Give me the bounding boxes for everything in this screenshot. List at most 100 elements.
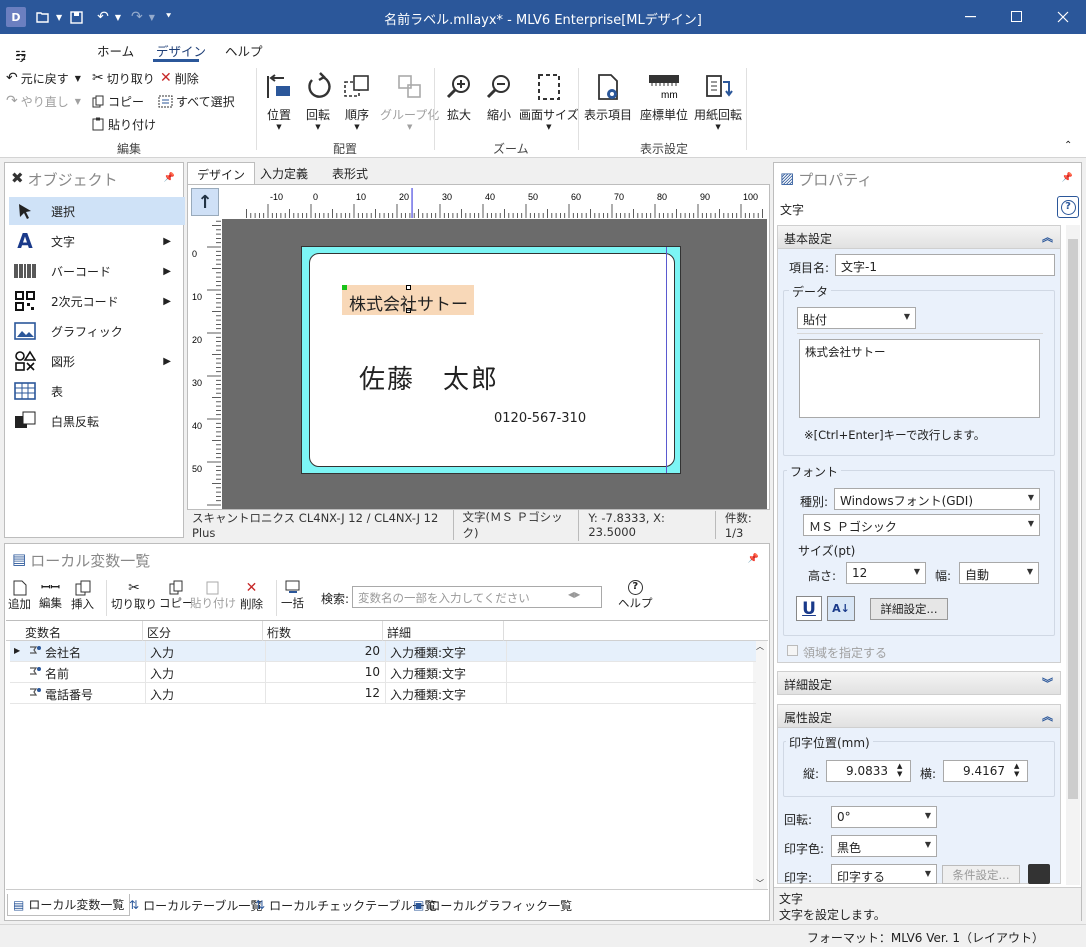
object-tool-item[interactable]: バーコード ▶ [9, 257, 185, 285]
collapse-ribbon-icon[interactable]: ⌃ [1064, 140, 1072, 151]
rotation-label: 回転: [784, 813, 813, 827]
table-row[interactable]: 電話番号 入力 12 入力種類:文字 [10, 683, 756, 704]
object-tool-item[interactable]: 2次元コード ▶ [9, 287, 185, 315]
bottom-tab-label: ローカルグラフィック一覧 [428, 898, 573, 913]
menu-home[interactable]: ホーム [97, 41, 134, 60]
condition-settings-button[interactable]: 条件設定... [942, 865, 1020, 884]
object-tool-item[interactable]: 白黒反転 [9, 407, 185, 435]
properties-help-button[interactable]: ? [1057, 196, 1079, 218]
ribbon-separator [434, 68, 435, 150]
table-row[interactable]: 名前 入力 10 入力種類:文字 [10, 662, 756, 683]
minimize-button[interactable] [948, 0, 994, 34]
spinner-icon[interactable]: ▲ ▼ [1014, 762, 1019, 778]
column-header[interactable]: 桁数 [267, 624, 291, 641]
detail-settings-header[interactable]: 詳細設定 ︾ [777, 671, 1061, 695]
copy-variable-button[interactable]: コピー [159, 580, 194, 611]
rotation-select[interactable]: 0° [831, 806, 937, 828]
cut-button[interactable]: ✂ 切り取り [92, 68, 155, 88]
paste-variable-button[interactable]: 貼り付け [190, 580, 236, 611]
bottom-tab[interactable]: ▤ ローカル変数一覧 [7, 894, 131, 916]
delete-variable-button[interactable]: ✕ 削除 [240, 580, 263, 612]
grouping-button[interactable]: グループ化 ▼ [380, 70, 439, 131]
redo-button[interactable]: ↷ やり直し ▼ [6, 91, 81, 111]
spinner-icon[interactable]: ▲ ▼ [897, 762, 902, 778]
paste-button[interactable]: 貼り付け [92, 114, 156, 134]
design-tab[interactable]: 表形式 [323, 162, 377, 184]
area-checkbox[interactable] [787, 645, 798, 656]
object-tool-label: 図形 [51, 354, 76, 369]
label-name-text[interactable]: 佐藤 太郎 [359, 359, 499, 396]
add-variable-button[interactable]: 追加 [8, 580, 31, 612]
design-tab[interactable]: デザイン [187, 162, 256, 185]
font-name-select[interactable]: ＭＳ Ｐゴシック [803, 514, 1040, 536]
properties-scrollbar[interactable] [1066, 225, 1080, 885]
variable-icon [28, 644, 42, 656]
condition-monitor-icon[interactable] [1028, 864, 1050, 884]
print-select[interactable]: 印字する [831, 864, 937, 884]
batch-button[interactable]: 一括 [281, 580, 304, 611]
column-header[interactable]: 区分 [147, 624, 171, 641]
table-row[interactable]: ▶ 会社名 入力 20 入力種類:文字 [10, 641, 756, 662]
basic-settings-header[interactable]: 基本設定 ︽ [777, 225, 1061, 249]
width-select[interactable]: 自動 [959, 562, 1039, 584]
height-label: 高さ: [808, 569, 837, 583]
cut-variable-button[interactable]: ✂ 切り取り [111, 580, 157, 612]
object-tool-item[interactable]: 選択 [9, 197, 185, 225]
bottom-tab[interactable]: ▣ ローカルグラフィック一覧 [408, 894, 577, 916]
search-input[interactable]: 変数名の一部を入力してください [352, 586, 602, 608]
position-button[interactable]: 位置 ▼ [262, 70, 296, 131]
print-position-label: 印字位置(mm) [786, 734, 873, 751]
insert-variable-button[interactable]: 挿入 [71, 580, 94, 612]
data-mode-select[interactable]: 貼付 [797, 307, 916, 329]
vertical-text-icon[interactable]: A↓ [827, 596, 855, 621]
object-tool-item[interactable]: 表 [9, 377, 185, 405]
rotate-button[interactable]: 回転 ▼ [301, 70, 335, 131]
design-tab[interactable]: 入力定義 [251, 162, 317, 184]
object-tool-item[interactable]: グラフィック [9, 317, 185, 345]
scroll-top-arrow-icon[interactable]: ↑ [191, 188, 219, 216]
clipboard-icon [92, 117, 105, 131]
group-label-display: 表示設定 [640, 142, 689, 156]
status-count: 件数: 1/3 [724, 511, 752, 540]
pin-icon[interactable]: 📌 [164, 173, 175, 183]
bottom-tab[interactable]: ⇅ ローカルテーブル一覧 [124, 894, 267, 916]
height-select[interactable]: 12 [846, 562, 926, 584]
zoom-out-button[interactable]: 縮小 [482, 70, 516, 123]
item-name-input[interactable]: 文字-1 [835, 254, 1055, 276]
menu-design[interactable]: デザイン [156, 41, 206, 60]
column-header[interactable]: 詳細 [387, 624, 411, 641]
delete-button[interactable]: ✕ 削除 [160, 68, 199, 88]
pin-icon[interactable]: 📌 [748, 554, 759, 564]
copy-button[interactable]: コピー [92, 91, 144, 111]
ruler-label: 0 [313, 192, 318, 202]
coord-unit-button[interactable]: mm 座標単位 [640, 70, 688, 123]
paper-rotate-button[interactable]: 用紙回転 ▼ [694, 70, 742, 131]
search-nav-icon[interactable]: ◀▶ [568, 590, 580, 599]
object-tool-item[interactable]: 図形 ▶ [9, 347, 185, 375]
pin-icon[interactable]: 📌 [1062, 173, 1073, 183]
menu-help[interactable]: ヘルプ [225, 41, 263, 60]
print-color-select[interactable]: 黒色 [831, 835, 937, 857]
close-button[interactable] [1040, 0, 1086, 34]
font-kind-select[interactable]: Windowsフォント(GDI) [834, 488, 1040, 510]
label-phone-text[interactable]: 0120-567-310 [494, 411, 586, 426]
screen-size-button[interactable]: 画面サイズ ▼ [519, 70, 579, 131]
attr-settings-header[interactable]: 属性設定 ︽ [777, 704, 1061, 728]
undo-button[interactable]: ↶ 元に戻す ▼ [6, 68, 81, 88]
label-company-text[interactable]: 株式会社サトー [349, 290, 468, 315]
object-tool-item[interactable]: A 文字 ▶ [9, 227, 185, 255]
underline-icon[interactable]: U [796, 596, 822, 621]
edit-variable-button[interactable]: ꟷꟷ 編集 [39, 580, 62, 611]
scrollbar-thumb[interactable] [1068, 239, 1078, 799]
order-button[interactable]: 順序 ▼ [340, 70, 374, 131]
scroll-down-icon[interactable]: ﹀ [753, 878, 767, 889]
help-button[interactable]: ? ヘルプ [618, 580, 653, 611]
zoom-in-button[interactable]: 拡大 [442, 70, 476, 123]
select-all-button[interactable]: すべて選択 [158, 91, 235, 111]
font-detail-button[interactable]: 詳細設定... [870, 598, 948, 620]
data-textarea[interactable]: 株式会社サトー [799, 339, 1040, 418]
display-items-button[interactable]: 表示項目 [584, 70, 632, 123]
data-group-label: データ [789, 283, 832, 300]
column-header[interactable]: 変数名 [25, 624, 61, 641]
maximize-button[interactable] [994, 0, 1040, 34]
